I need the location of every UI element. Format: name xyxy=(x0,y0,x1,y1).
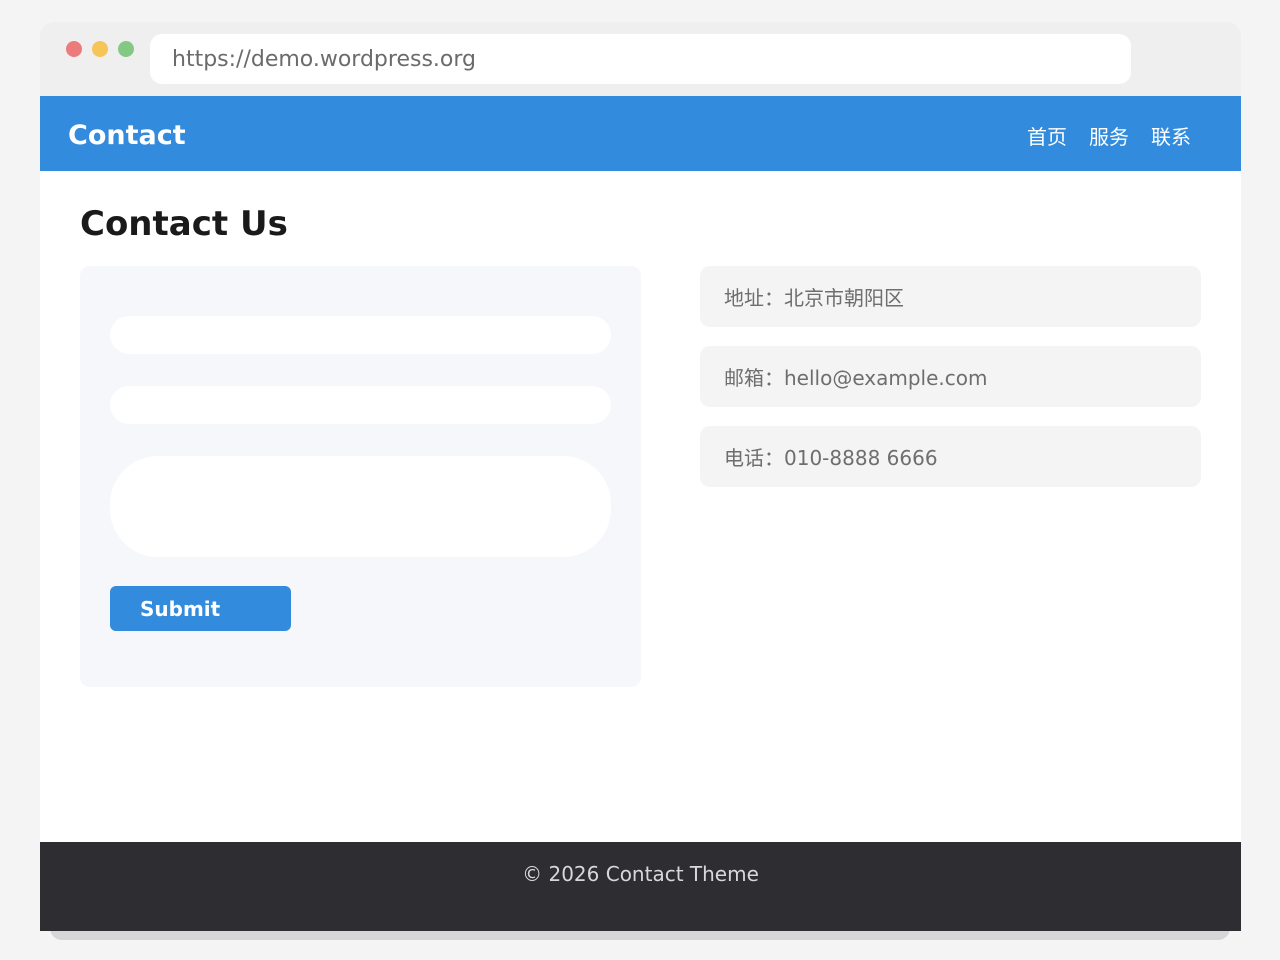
email-card: 邮箱：hello@example.com xyxy=(700,346,1201,407)
main-nav: 首页 服务 联系 xyxy=(1027,121,1191,150)
submit-button[interactable]: Submit xyxy=(110,586,291,631)
site-brand[interactable]: Contact xyxy=(68,120,186,151)
page-title: Contact Us xyxy=(80,204,288,244)
address-card: 地址：北京市朝阳区 xyxy=(700,266,1201,327)
browser-window: https://demo.wordpress.org Contact 首页 服务… xyxy=(40,22,1241,931)
maximize-window-icon[interactable] xyxy=(118,41,134,57)
phone-card: 电话：010-8888 6666 xyxy=(700,426,1201,487)
email-input[interactable] xyxy=(110,386,611,424)
address-text: 地址：北京市朝阳区 xyxy=(724,286,904,310)
address-bar-url: https://demo.wordpress.org xyxy=(172,46,476,72)
name-input[interactable] xyxy=(110,316,611,354)
nav-link-home[interactable]: 首页 xyxy=(1027,121,1067,150)
nav-link-contact[interactable]: 联系 xyxy=(1151,121,1191,150)
address-bar[interactable]: https://demo.wordpress.org xyxy=(150,34,1131,84)
browser-chrome: https://demo.wordpress.org xyxy=(40,22,1241,96)
nav-link-services[interactable]: 服务 xyxy=(1089,121,1129,150)
site-footer: © 2026 Contact Theme xyxy=(40,842,1241,931)
site-header: Contact 首页 服务 联系 xyxy=(40,96,1241,171)
close-window-icon[interactable] xyxy=(66,41,82,57)
email-text: 邮箱：hello@example.com xyxy=(724,366,988,390)
message-textarea[interactable] xyxy=(110,456,611,557)
phone-text: 电话：010-8888 6666 xyxy=(724,446,938,470)
contact-form: Submit xyxy=(80,266,641,687)
footer-copyright: © 2026 Contact Theme xyxy=(522,862,759,886)
minimize-window-icon[interactable] xyxy=(92,41,108,57)
